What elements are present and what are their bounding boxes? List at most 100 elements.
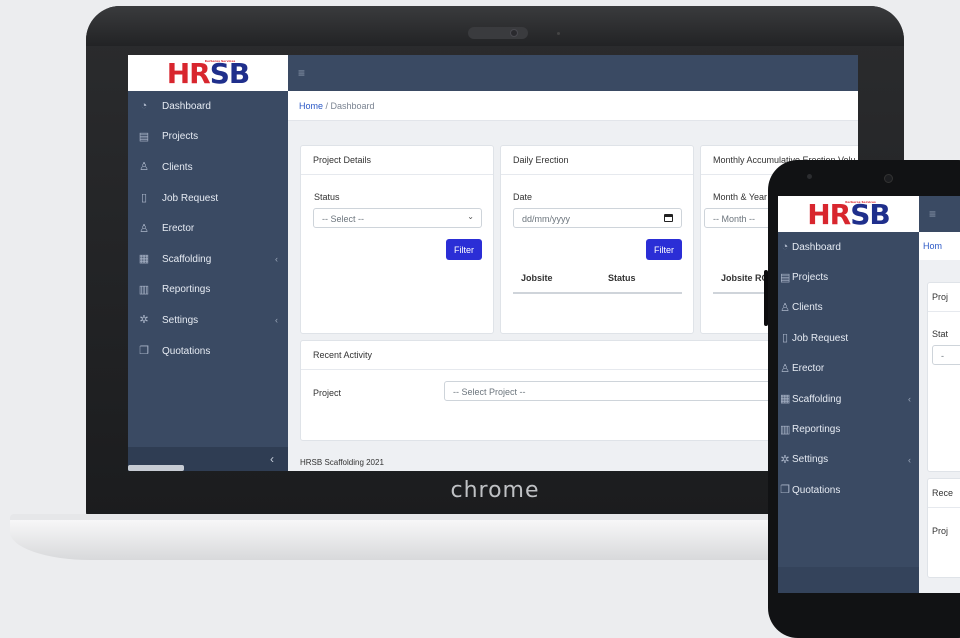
sidebar-item-dashboard[interactable]: ◔ Dashboard: [778, 232, 919, 262]
sidebar-item-label: Quotations: [162, 345, 211, 357]
bar-chart-icon: ▥: [780, 423, 791, 436]
sidebar-item-quotations[interactable]: ❐ Quotations: [128, 336, 288, 367]
status-select[interactable]: -: [932, 345, 960, 365]
sidebar-item-label: Erector: [162, 223, 195, 235]
column-header-jobsite-ro: Jobsite RO: [721, 273, 769, 283]
document-icon: ▤: [138, 130, 150, 143]
date-input[interactable]: dd/mm/yyyy: [513, 208, 682, 228]
bar-chart-icon: ▥: [138, 283, 150, 296]
sidebar-item-erector[interactable]: ♙ Erector: [128, 213, 288, 244]
daily-filter-button[interactable]: Filter: [646, 239, 682, 260]
sidebar-item-reportings[interactable]: ▥ Reportings: [778, 414, 919, 444]
users-icon: ♙: [139, 222, 149, 235]
file-icon: ▯: [781, 332, 789, 345]
brand-logo-area[interactable]: HRSB Kerberos Services: [128, 55, 288, 91]
sidebar-item-settings[interactable]: ✲ Settings ‹: [778, 445, 919, 475]
sidebar-item-label: Projects: [162, 131, 199, 143]
table-header-divider: [513, 292, 682, 294]
project-label: Project: [313, 388, 342, 398]
camera-bar: [468, 27, 528, 39]
daily-erection-card: Daily Erection Date dd/mm/yyyy Filter Jo…: [500, 145, 694, 334]
sidebar-item-label: Settings: [792, 454, 829, 466]
calendar-icon: [664, 214, 673, 222]
sidebar-item-label: Job Request: [792, 332, 849, 344]
phone-sensor: [807, 174, 812, 179]
sidebar-item-projects[interactable]: ▤ Projects: [128, 122, 288, 153]
copy-icon: ❐: [780, 484, 790, 497]
sidebar-item-settings[interactable]: ✲ Settings ‹: [128, 305, 288, 336]
sidebar-item-reportings[interactable]: ▥ Reportings: [128, 275, 288, 306]
date-label: Date: [513, 192, 533, 202]
sidebar-item-quotations[interactable]: ❐ Quotations: [778, 475, 919, 505]
sidebar-item-label: Erector: [792, 363, 825, 375]
menu-toggle-icon[interactable]: ≡: [929, 207, 936, 221]
card-title: Project Details: [301, 146, 493, 175]
sidebar-item-clients[interactable]: ♙ Clients: [128, 152, 288, 183]
user-icon: ♙: [780, 301, 790, 314]
gear-icon: ✲: [780, 453, 790, 466]
collapse-sidebar-button[interactable]: ‹: [270, 452, 274, 466]
sidebar-item-job-request[interactable]: ▯ Job Request: [128, 183, 288, 214]
sidebar-item-label: Dashboard: [162, 100, 211, 112]
recent-activity-card: Rece Proj: [927, 478, 960, 578]
sidebar-item-label: Scaffolding: [162, 253, 212, 265]
sidebar-item-label: Job Request: [162, 192, 219, 204]
status-label: Stat: [932, 329, 949, 339]
gear-icon: ✲: [139, 314, 149, 327]
sidebar-item-label: Reportings: [162, 284, 211, 296]
sidebar-item-projects[interactable]: ▤ Projects: [778, 262, 919, 292]
project-label: Proj: [932, 526, 949, 536]
menu-toggle-icon[interactable]: ≡: [298, 66, 305, 80]
sidebar-nav: ◔ Dashboard ▤ Projects ♙ Clients ▯ Job Reque…: [128, 91, 288, 366]
chevron-left-icon: ‹: [908, 394, 911, 405]
dashboard-icon: ◔: [140, 100, 148, 113]
laptop-bezel: [86, 6, 904, 46]
sidebar-footer: [778, 567, 919, 593]
sidebar-item-label: Settings: [162, 314, 199, 326]
breadcrumb-separator: /: [323, 101, 331, 111]
sidebar-item-dashboard[interactable]: ◔ Dashboard: [128, 91, 288, 122]
project-filter-button[interactable]: Filter: [446, 239, 482, 260]
topbar: ≡: [919, 196, 960, 232]
file-icon: ▯: [140, 192, 148, 205]
sidebar-nav: ◔ Dashboard ▤ Projects ♙ Clients ▯ Job Reque…: [778, 232, 919, 506]
column-header-status: Status: [608, 273, 636, 283]
sidebar-item-job-request[interactable]: ▯ Job Request: [778, 323, 919, 353]
breadcrumb-home-link[interactable]: Home: [299, 101, 323, 111]
hrsb-logo: HRSB Kerberos Services: [166, 56, 251, 90]
dashboard-icon: ◔: [781, 241, 789, 254]
sidebar-item-label: Dashboard: [792, 241, 841, 253]
sidebar-item-label: Scaffolding: [792, 393, 842, 405]
camera-icon: [884, 174, 893, 183]
project-details-card: Project Details Status -- Select -- ⌄ Fil…: [300, 145, 494, 334]
sidebar-item-label: Quotations: [792, 484, 841, 496]
sidebar-item-label: Projects: [792, 272, 829, 284]
card-title: Proj: [928, 283, 960, 312]
breadcrumb: Home / Dashboard: [288, 91, 858, 121]
sidebar: HRSB Kerberos Services ◔ Dashboard ▤ Projec…: [778, 196, 919, 593]
column-header-jobsite: Jobsite: [521, 273, 553, 283]
brand-logo-area[interactable]: HRSB Kerberos Services: [778, 196, 919, 232]
laptop-screen: HRSB Kerberos Services ◔ Dashboard ▤ Projec…: [128, 55, 858, 471]
sidebar: HRSB Kerberos Services ◔ Dashboard ▤ Projec…: [128, 55, 288, 471]
breadcrumb-home-link[interactable]: Hom: [923, 241, 942, 251]
page-footer: HRSB Scaffolding 2021: [300, 458, 384, 467]
sidebar-item-erector[interactable]: ♙ Erector: [778, 354, 919, 384]
building-icon: ▦: [138, 253, 150, 266]
status-label: Status: [314, 192, 340, 202]
camera-indicator: [557, 32, 560, 35]
copy-icon: ❐: [139, 345, 149, 358]
version-badge: [128, 465, 184, 471]
card-title: Rece: [928, 479, 960, 508]
status-select[interactable]: -- Select -- ⌄: [313, 208, 482, 228]
sidebar-item-label: Clients: [162, 161, 193, 173]
phone-screen: HRSB Kerberos Services ◔ Dashboard ▤ Projec…: [778, 196, 960, 593]
users-icon: ♙: [780, 362, 790, 375]
sidebar-item-scaffolding[interactable]: ▦ Scaffolding ‹: [778, 384, 919, 414]
hrsb-logo: HRSB Kerberos Services: [807, 197, 891, 231]
chevron-down-icon: ⌄: [467, 212, 474, 221]
sidebar-item-clients[interactable]: ♙ Clients: [778, 293, 919, 323]
sidebar-item-scaffolding[interactable]: ▦ Scaffolding ‹: [128, 244, 288, 275]
card-title: Daily Erection: [501, 146, 693, 175]
sidebar-item-label: Reportings: [792, 424, 841, 436]
